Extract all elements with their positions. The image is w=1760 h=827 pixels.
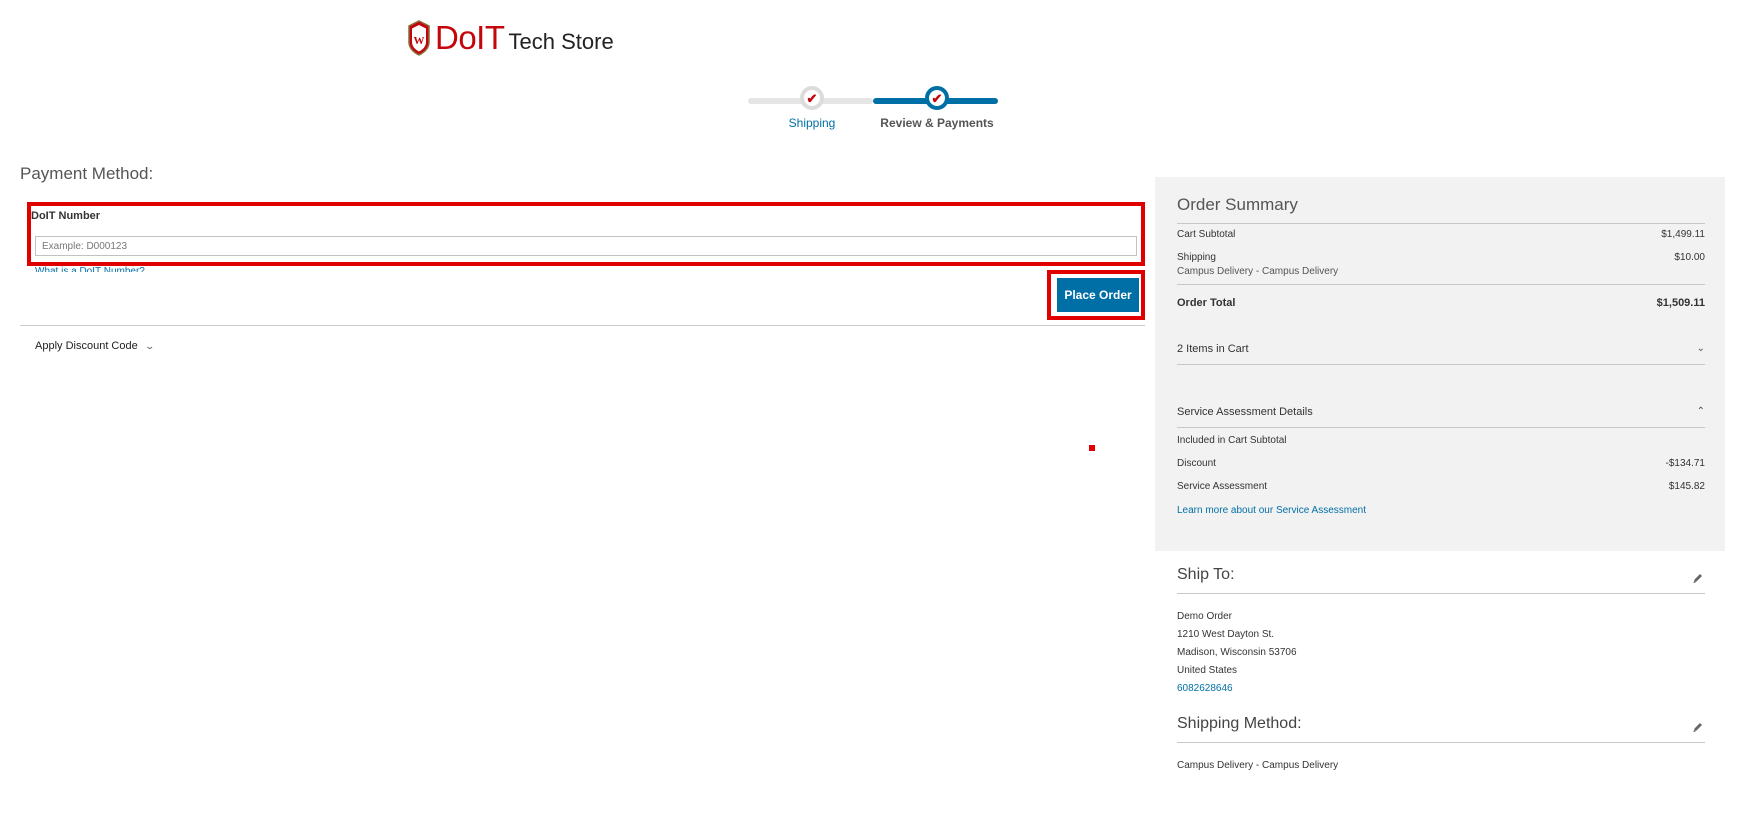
order-total-value: $1,509.11 [1656, 297, 1705, 309]
chevron-up-icon[interactable]: ⌃ [1697, 406, 1705, 417]
doit-number-input[interactable] [35, 236, 1137, 256]
checkmark-icon: ✔ [806, 90, 818, 106]
service-assessment-row: Service Assessment $145.82 [1177, 481, 1705, 492]
chevron-down-icon[interactable]: ⌄ [1697, 343, 1705, 354]
shipping-method-note: Campus Delivery - Campus Delivery [1177, 266, 1339, 277]
cart-subtotal-row: Cart Subtotal $1,499.11 [1177, 229, 1705, 240]
logo-brand-text: DoIT [435, 19, 505, 56]
highlight-marker [1089, 445, 1095, 451]
divider [1177, 742, 1705, 743]
order-summary-panel: Order Summary Cart Subtotal $1,499.11 Sh… [1155, 177, 1725, 551]
discount-row: Discount -$134.71 [1177, 458, 1705, 469]
ship-to-name: Demo Order [1177, 611, 1233, 622]
ship-to-country: United States [1177, 665, 1238, 676]
checkmark-icon: ✔ [931, 90, 943, 106]
order-total-label: Order Total [1177, 297, 1236, 309]
ship-to-city: Madison, Wisconsin 53706 [1177, 647, 1297, 658]
step-shipping-link[interactable]: Shipping [789, 116, 836, 130]
doit-number-section: DoIT Number [27, 202, 1145, 266]
step-shipping-marker[interactable]: ✔ [800, 86, 824, 110]
pencil-edit-icon[interactable] [1692, 572, 1704, 584]
divider [1177, 593, 1705, 594]
discount-label: Discount [1177, 458, 1216, 469]
cart-subtotal-value: $1,499.11 [1661, 229, 1705, 240]
pencil-edit-icon[interactable] [1692, 721, 1704, 733]
divider [1177, 284, 1705, 285]
step-review-label: Review & Payments [880, 116, 994, 130]
shipping-row: Shipping $10.00 [1177, 252, 1705, 263]
order-summary-title: Order Summary [1177, 195, 1298, 214]
svg-text:W: W [414, 35, 425, 47]
divider [1177, 223, 1705, 224]
ship-to-title: Ship To: [1177, 566, 1235, 583]
order-total-row: Order Total $1,509.11 [1177, 297, 1705, 309]
service-assessment-label: Service Assessment [1177, 481, 1268, 492]
shipping-method-title: Shipping Method: [1177, 715, 1302, 732]
chevron-down-icon: ⌄ [144, 340, 155, 351]
shipping-method-value: Campus Delivery - Campus Delivery [1177, 760, 1339, 771]
service-assessment-toggle[interactable]: Service Assessment Details [1177, 406, 1313, 418]
ship-to-street: 1210 West Dayton St. [1177, 629, 1275, 640]
items-in-cart-toggle[interactable]: 2 Items in Cart [1177, 343, 1249, 355]
divider [20, 325, 1145, 326]
step-review-marker: ✔ [925, 86, 949, 110]
apply-discount-toggle[interactable]: Apply Discount Code ⌄ [35, 340, 155, 352]
included-note: Included in Cart Subtotal [1177, 435, 1287, 446]
divider [1177, 364, 1705, 365]
apply-discount-label: Apply Discount Code [35, 340, 138, 352]
store-logo[interactable]: W DoIT Tech Store [407, 16, 614, 56]
cart-subtotal-label: Cart Subtotal [1177, 229, 1236, 240]
doit-number-label: DoIT Number [31, 210, 101, 222]
ship-to-phone[interactable]: 6082628646 [1177, 683, 1233, 694]
discount-value: -$134.71 [1665, 458, 1705, 469]
place-order-button[interactable]: Place Order [1057, 278, 1139, 312]
checkout-progress: ✔ ✔ Shipping Review & Payments [748, 84, 1000, 134]
service-assessment-value: $145.82 [1668, 481, 1705, 492]
divider [1177, 427, 1705, 428]
shipping-label: Shipping [1177, 252, 1216, 263]
logo-product-text: Tech Store [508, 29, 614, 54]
payment-method-title: Payment Method: [20, 164, 154, 183]
shipping-value: $10.00 [1674, 252, 1705, 263]
uw-crest-icon: W [408, 20, 430, 56]
service-assessment-link[interactable]: Learn more about our Service Assessment [1177, 505, 1366, 516]
place-order-highlight: Place Order [1047, 270, 1145, 320]
